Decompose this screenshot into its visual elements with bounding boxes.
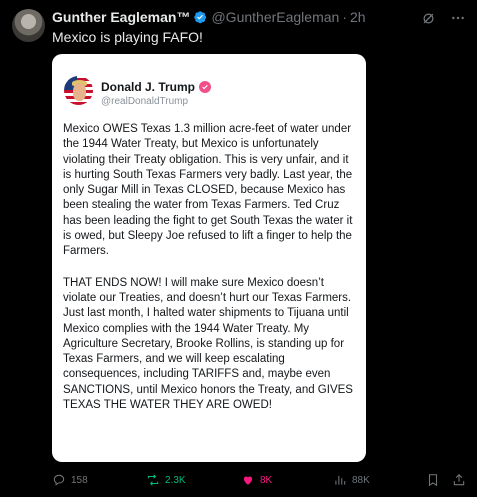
embedded-post-image[interactable]: Donald J. Trump @realDonaldTrump Mexico … xyxy=(52,54,366,462)
views-count: 88K xyxy=(352,474,370,486)
like-count: 8K xyxy=(260,474,273,486)
bookmark-icon xyxy=(428,474,438,487)
separator-dot: · xyxy=(342,9,347,25)
embedded-author-name: Donald J. Trump xyxy=(101,80,196,94)
grok-icon[interactable] xyxy=(419,9,437,27)
like-button[interactable]: 8K xyxy=(241,473,272,487)
bookmark-button[interactable] xyxy=(426,473,440,487)
embedded-author-row: Donald J. Trump xyxy=(101,80,212,94)
tweet-top-actions xyxy=(419,9,467,27)
repost-button[interactable]: 2.3K xyxy=(146,473,186,487)
repost-count: 2.3K xyxy=(165,474,186,486)
share-icon xyxy=(453,474,465,486)
embedded-verified-badge-icon xyxy=(199,81,212,93)
views-button[interactable]: 88K xyxy=(333,473,370,487)
reply-button[interactable]: 158 xyxy=(52,473,88,487)
embedded-author-avatar xyxy=(64,76,93,105)
views-icon xyxy=(335,475,346,485)
repost-icon xyxy=(147,474,159,486)
tweet-header: Gunther Eagleman™ @GuntherEagleman · 2h xyxy=(52,9,366,25)
embedded-paragraph-1: Mexico OWES Texas 1.3 million acre-feet … xyxy=(63,123,353,258)
more-icon[interactable] xyxy=(449,9,467,27)
timestamp[interactable]: 2h xyxy=(350,9,366,25)
tweet-actions-bar: 158 2.3K 8K 88K xyxy=(52,473,470,491)
verified-badge-icon[interactable] xyxy=(193,10,207,24)
embedded-author-handle: @realDonaldTrump xyxy=(101,96,189,107)
like-icon xyxy=(243,476,253,485)
share-button[interactable] xyxy=(452,473,466,487)
embedded-post-body: Mexico OWES Texas 1.3 million acre-feet … xyxy=(63,122,359,413)
author-handle[interactable]: @GuntherEagleman xyxy=(211,9,339,25)
embedded-paragraph-2: THAT ENDS NOW! I will make sure Mexico d… xyxy=(63,276,353,412)
author-name[interactable]: Gunther Eagleman™ xyxy=(52,9,190,25)
tweet-text: Mexico is playing FAFO! xyxy=(52,29,203,45)
reply-icon xyxy=(53,474,65,486)
reply-count: 158 xyxy=(71,474,88,486)
author-avatar[interactable] xyxy=(12,9,45,42)
